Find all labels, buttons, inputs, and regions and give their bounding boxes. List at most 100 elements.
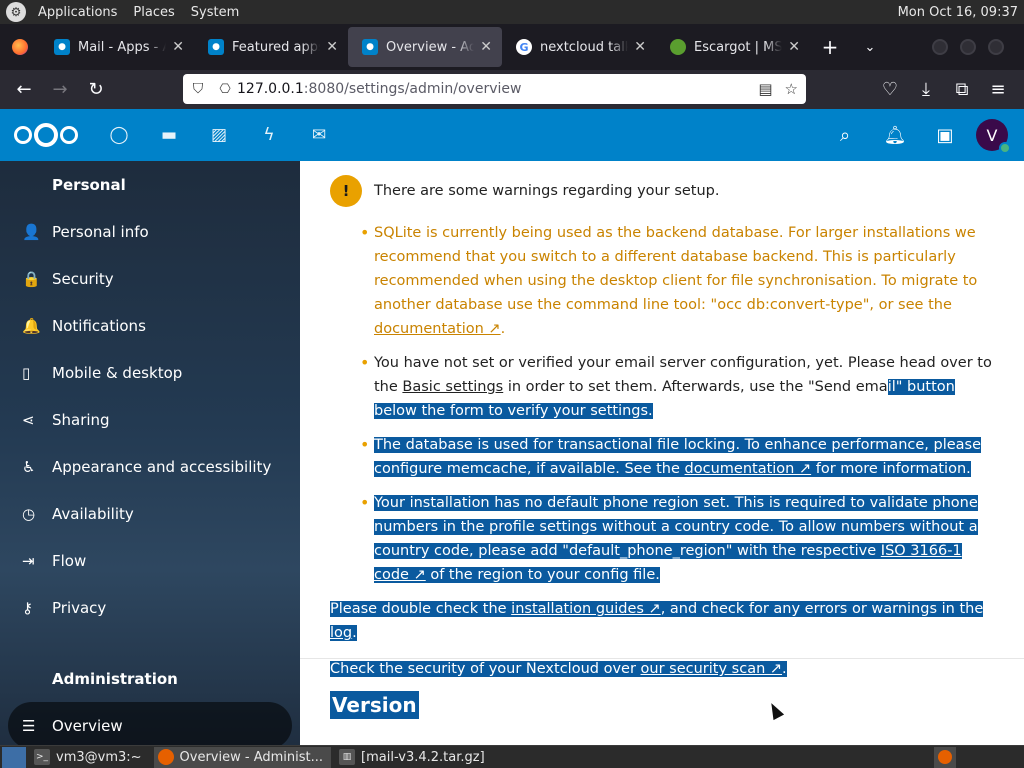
paragraph-text: Please double check the bbox=[330, 601, 512, 617]
warning-text: . bbox=[500, 321, 506, 337]
close-icon[interactable]: ✕ bbox=[172, 39, 184, 55]
log-link[interactable]: log bbox=[330, 625, 352, 641]
url-host: 127.0.0.1 bbox=[237, 81, 304, 97]
sidebar-item-mobile-desktop[interactable]: ▯ Mobile & desktop bbox=[0, 349, 300, 396]
task-label: [mail-v3.4.2.tar.gz] bbox=[361, 749, 485, 765]
nextcloud-icon: ● bbox=[362, 39, 378, 55]
lock-icon: 🔒 bbox=[22, 269, 41, 288]
system-menu[interactable]: System bbox=[183, 0, 247, 24]
sidebar-item-appearance[interactable]: ♿ Appearance and accessibility bbox=[0, 443, 300, 490]
nextcloud-logo[interactable] bbox=[14, 123, 78, 147]
paragraph-text: , and check for any errors or warnings i… bbox=[660, 601, 984, 617]
page-info-icon[interactable]: ⎔ bbox=[213, 82, 237, 97]
documentation-link[interactable]: documentation ↗ bbox=[685, 461, 812, 477]
tab-overview[interactable]: ● Overview - Adm ✕ bbox=[348, 27, 502, 67]
close-icon[interactable]: ✕ bbox=[634, 39, 646, 55]
administration-heading: Administration bbox=[52, 669, 178, 688]
sidebar-item-personal-info[interactable]: 👤 Personal info bbox=[0, 208, 300, 255]
sidebar-item-label: Flow bbox=[52, 551, 87, 570]
applications-menu[interactable]: Applications bbox=[30, 0, 125, 24]
security-scan-paragraph: Check the security of your Nextcloud ove… bbox=[330, 657, 994, 681]
flow-icon: ⇥ bbox=[22, 551, 35, 570]
warning-sqlite: SQLite is currently being used as the ba… bbox=[360, 221, 994, 341]
close-icon[interactable]: ✕ bbox=[480, 39, 492, 55]
photos-image-icon[interactable]: ▨ bbox=[196, 109, 242, 161]
firefox-menu-icon[interactable] bbox=[0, 24, 40, 70]
sidebar-item-flow[interactable]: ⇥ Flow bbox=[0, 537, 300, 584]
tab-nextcloud-talk[interactable]: G nextcloud talk d ✕ bbox=[502, 27, 656, 67]
back-arrow-icon[interactable]: ← bbox=[6, 74, 42, 106]
sidebar-item-availability[interactable]: ◷ Availability bbox=[0, 490, 300, 537]
settings-content: ! There are some warnings regarding your… bbox=[300, 161, 1024, 745]
hamburger-menu-icon[interactable]: ≡ bbox=[980, 74, 1016, 106]
forward-arrow-icon[interactable]: → bbox=[42, 74, 78, 106]
bell-icon: 🔔 bbox=[22, 316, 41, 335]
warning-text: of the region to your config file. bbox=[425, 567, 660, 583]
new-tab-button[interactable]: + bbox=[810, 35, 850, 59]
shield-icon[interactable]: ⛉ bbox=[183, 81, 213, 97]
warning-file-locking: The database is used for transactional f… bbox=[360, 433, 994, 481]
warning-exclamation-icon: ! bbox=[330, 175, 362, 207]
reader-view-icon[interactable]: ▤ bbox=[758, 80, 772, 98]
show-desktop-button[interactable] bbox=[2, 746, 26, 768]
list-icon: ☰ bbox=[22, 716, 36, 735]
sidebar-item-sharing[interactable]: ⋖ Sharing bbox=[0, 396, 300, 443]
contacts-icon[interactable]: ▣ bbox=[920, 109, 970, 161]
sidebar-item-label: Privacy bbox=[52, 598, 107, 617]
sidebar-item-security[interactable]: 🔒 Security bbox=[0, 255, 300, 302]
places-menu[interactable]: Places bbox=[125, 0, 182, 24]
sidebar-item-label: Mobile & desktop bbox=[52, 363, 183, 382]
task-label: Overview - Administ... bbox=[179, 749, 324, 765]
basic-settings-link[interactable]: Basic settings bbox=[402, 379, 503, 395]
security-scan-link[interactable]: our security scan ↗ bbox=[641, 661, 783, 677]
bottom-taskbar: >_ vm3@vm3:~ Overview - Administ... ▥ [mai… bbox=[0, 745, 1024, 768]
downloads-icon[interactable]: ⤓ bbox=[908, 74, 944, 106]
taskbar-archive[interactable]: ▥ [mail-v3.4.2.tar.gz] bbox=[335, 747, 493, 768]
notifications-bell-icon[interactable]: 🔔︎ bbox=[870, 109, 920, 161]
reload-icon[interactable]: ↻ bbox=[78, 74, 114, 106]
google-icon: G bbox=[516, 39, 532, 55]
activity-bolt-icon[interactable]: ϟ bbox=[246, 109, 292, 161]
sidebar-item-label: Appearance and accessibility bbox=[52, 457, 272, 476]
warning-phone-region: Your installation has no default phone r… bbox=[360, 491, 994, 587]
close-window-button[interactable] bbox=[988, 39, 1004, 55]
taskbar-firefox[interactable]: Overview - Administ... bbox=[153, 746, 332, 768]
sidebar-item-notifications[interactable]: 🔔 Notifications bbox=[0, 302, 300, 349]
warning-text: for more information. bbox=[811, 461, 971, 477]
tab-featured-apps[interactable]: ● Featured apps - ✕ bbox=[194, 27, 348, 67]
close-icon[interactable]: ✕ bbox=[788, 39, 800, 55]
mail-envelope-icon[interactable]: ✉ bbox=[296, 109, 342, 161]
sidebar-item-overview[interactable]: ☰ Overview bbox=[8, 702, 292, 745]
gnome-logo-icon[interactable]: ⚙ bbox=[6, 2, 26, 22]
taskbar-terminal[interactable]: >_ vm3@vm3:~ bbox=[30, 747, 150, 768]
sidebar-item-label: Security bbox=[52, 269, 114, 288]
firefox-icon bbox=[157, 749, 174, 765]
clock[interactable]: Mon Oct 16, 09:37 bbox=[898, 5, 1024, 20]
installation-guides-link[interactable]: installation guides ↗ bbox=[511, 601, 661, 617]
workspace-switcher[interactable] bbox=[934, 746, 956, 768]
tab-mail[interactable]: ● Mail - Apps - Ap ✕ bbox=[40, 27, 194, 67]
paragraph-text: . bbox=[352, 625, 357, 641]
extensions-icon[interactable]: ⧉ bbox=[944, 74, 980, 106]
close-icon[interactable]: ✕ bbox=[326, 39, 338, 55]
url-bar[interactable]: ⛉ ⎔ 127.0.0.1:8080/settings/admin/overvi… bbox=[183, 74, 806, 104]
dashboard-icon[interactable]: ◯ bbox=[96, 109, 142, 161]
documentation-link[interactable]: documentation ↗ bbox=[374, 321, 501, 337]
double-check-paragraph: Please double check the installation gui… bbox=[330, 597, 994, 645]
files-folder-icon[interactable]: ▬ bbox=[146, 109, 192, 161]
sidebar-item-label: Notifications bbox=[52, 316, 146, 335]
pocket-icon[interactable]: ♡ bbox=[872, 74, 908, 106]
tab-title: Overview - Adm bbox=[386, 39, 475, 55]
user-icon: 👤 bbox=[22, 222, 41, 241]
sidebar-item-privacy[interactable]: ⚷ Privacy bbox=[0, 584, 300, 631]
tab-escargot[interactable]: Escargot | MSN ✕ bbox=[656, 27, 810, 67]
minimize-button[interactable] bbox=[932, 39, 948, 55]
user-avatar[interactable]: V bbox=[976, 119, 1011, 154]
warning-email: You have not set or verified your email … bbox=[360, 351, 994, 423]
clock-icon: ◷ bbox=[22, 504, 36, 523]
browser-nav-bar: ← → ↻ ⛉ ⎔ 127.0.0.1:8080/settings/admin/… bbox=[0, 70, 1024, 109]
search-icon[interactable]: ⌕ bbox=[820, 109, 870, 161]
list-tabs-chevron-icon[interactable]: ⌄ bbox=[850, 40, 890, 55]
bookmark-star-icon[interactable]: ☆ bbox=[785, 80, 798, 98]
maximize-button[interactable] bbox=[960, 39, 976, 55]
